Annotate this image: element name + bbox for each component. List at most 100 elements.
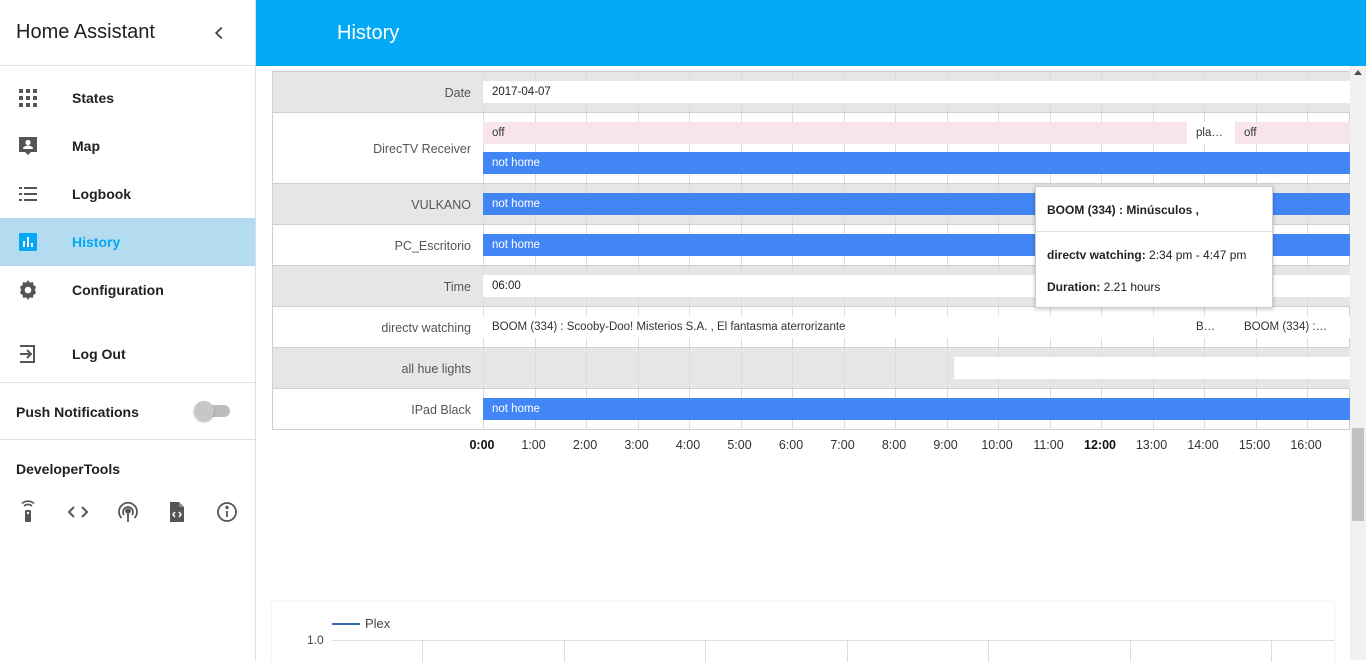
sidebar-item-label: Logbook [72,186,132,202]
time-tick-label: 7:00 [830,438,855,452]
row-plot: not home [483,389,1350,430]
file-code-icon[interactable] [165,500,189,524]
row-label: DirecTV Receiver [373,142,471,156]
tooltip-duration: Duration: 2.21 hours [1047,280,1160,294]
time-tick-label: 11:00 [1033,438,1064,452]
timeline-bar[interactable]: off [1235,122,1350,144]
grid-icon [19,89,37,107]
time-tick-label: 6:00 [778,438,804,452]
timeline-bar[interactable]: not home [483,152,1350,174]
time-tick-label: 4:00 [675,438,701,452]
gridline [1129,640,1131,662]
time-tick-label: 9:00 [933,438,958,452]
divider [0,439,255,440]
sidebar-item-history[interactable]: History [0,218,255,266]
timeline-bar[interactable]: not home [483,398,1350,420]
row-label: VULKANO [411,198,471,212]
time-tick-label: 1:00 [521,438,546,452]
tooltip: BOOM (334) : Minúsculos , directv watchi… [1035,186,1273,308]
scrollbar[interactable] [1350,66,1366,660]
timeline-bar[interactable]: off [483,122,1187,144]
chart-icon [19,233,37,251]
info-icon[interactable] [215,500,239,524]
logout-icon [20,345,35,363]
gridline [946,348,948,389]
legend-swatch [332,623,360,625]
timeline-bar[interactable]: BOOM (334) : Scooby-Doo! Misterios S.A. … [483,316,1187,338]
time-tick-label: 0:00 [469,438,495,452]
gridline [422,640,423,662]
gridline [792,348,793,389]
tooltip-title: BOOM (334) : Minúsculos , [1047,203,1200,217]
row-label: Time [443,280,471,294]
tooltip-entity-label: directv watching: [1047,248,1146,262]
sidebar-item-label: Map [72,138,100,154]
legend-label[interactable]: Plex [365,616,390,631]
push-notifications-label: Push Notifications [16,404,139,420]
app-title: Home Assistant [16,21,155,43]
gridline [637,348,639,389]
gridline [586,348,587,389]
sidebar-header: Home Assistant [0,0,255,66]
top-app-bar: History [256,0,1366,66]
sidebar: Home Assistant States Map Logbook Histor… [0,0,256,660]
gridline [895,348,896,389]
scrollbar-thumb[interactable] [1352,428,1364,521]
gridline [843,348,845,389]
tooltip-divider [1036,231,1272,232]
time-tick-label: 10:00 [981,438,1013,452]
history-panel: Date 2017-04-07 DirecTV Receiver off pla… [256,66,1366,662]
push-notifications-toggle[interactable] [194,401,230,421]
gridline [563,640,565,662]
sidebar-item-logout[interactable]: Log Out [0,330,255,378]
timeline-bar[interactable] [954,357,1350,379]
time-tick-label: 8:00 [881,438,907,452]
tooltip-duration-value: 2.21 hours [1103,280,1161,294]
sidebar-item-label: History [72,234,121,250]
row-label: Date [444,86,471,100]
row-label: PC_Escritorio [394,239,471,253]
y-tick-label: 1.0 [307,633,324,647]
timeline-row-directv-watching: directv watching BOOM (334) : Scooby-Doo… [273,306,1350,348]
scroll-up-arrow[interactable] [1354,70,1362,75]
gridline [740,348,742,389]
sidebar-item-label: Log Out [72,346,126,362]
row-label: directv watching [381,321,471,335]
time-tick-label: 16:00 [1290,438,1322,452]
timeline-row-all-hue-lights: all hue lights [273,347,1350,389]
gridline [483,348,484,389]
list-icon [19,187,37,201]
time-tick-label: 15:00 [1238,438,1271,452]
row-label: all hue lights [401,362,472,376]
timeline-bar[interactable]: BOOM (334) :… [1235,316,1350,338]
timeline-row-directv-receiver: DirecTV Receiver off pla… off not home [273,112,1350,184]
time-tick-label: 13:00 [1135,438,1168,452]
tooltip-entity: directv watching: 2:34 pm - 4:47 pm [1047,248,1246,262]
timeline-bar[interactable]: pla… [1187,122,1235,144]
gridline [705,640,706,662]
sidebar-item-logbook[interactable]: Logbook [0,170,255,218]
timeline-row-date: Date 2017-04-07 [273,71,1350,113]
code-icon[interactable] [66,500,90,524]
sidebar-item-states[interactable]: States [0,74,255,122]
toggle-knob [194,401,214,421]
time-tick-label: 2:00 [572,438,598,452]
sidebar-item-map[interactable]: Map [0,122,255,170]
row-plot: 2017-04-07 [483,72,1350,113]
timeline-bar[interactable]: 2017-04-07 [483,81,1350,103]
sidebar-item-configuration[interactable]: Configuration [0,266,255,314]
sidebar-item-label: States [72,90,115,106]
tooltip-entity-value: 2:34 pm - 4:47 pm [1149,248,1247,262]
chevron-left-icon[interactable] [208,22,230,44]
divider [0,382,255,383]
broadcast-icon[interactable] [116,500,140,524]
time-tick-label: 14:00 [1187,438,1219,452]
timeline-bar[interactable]: B… [1187,316,1235,338]
plex-line-chart: Plex 1.0 [272,602,1334,662]
tooltip-duration-label: Duration: [1047,280,1101,294]
time-tick-label: 5:00 [727,438,752,452]
row-plot [483,348,1350,389]
remote-icon[interactable] [16,500,40,524]
page-title: History [337,22,400,44]
time-tick-label: 3:00 [624,438,649,452]
